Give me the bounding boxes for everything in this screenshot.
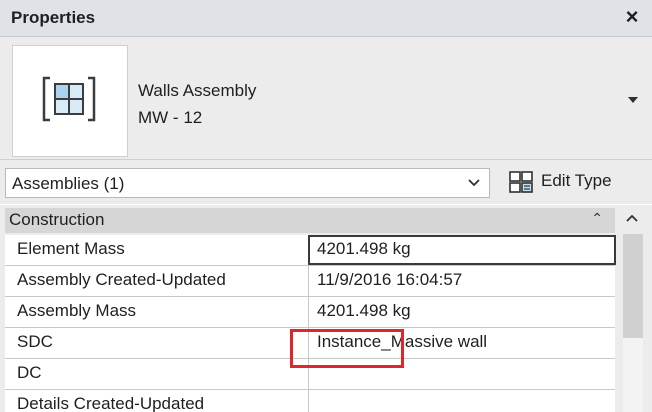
property-name: Assembly Mass bbox=[5, 297, 309, 327]
table-row: Element Mass 4201.498 kg bbox=[5, 235, 616, 266]
type-thumbnail bbox=[12, 45, 128, 157]
element-filter-dropdown[interactable]: Assemblies (1) bbox=[5, 168, 490, 198]
table-row: SDC Instance_Massive wall bbox=[5, 328, 615, 359]
table-row: Details Created-Updated bbox=[5, 390, 615, 412]
group-header-construction[interactable]: Construction ⌃ bbox=[5, 208, 615, 233]
table-row: Assembly Created-Updated 11/9/2016 16:04… bbox=[5, 266, 615, 297]
property-name: Assembly Created-Updated bbox=[5, 266, 309, 296]
group-label: Construction bbox=[9, 210, 105, 229]
caret-down-icon[interactable] bbox=[628, 97, 638, 103]
vertical-scrollbar[interactable] bbox=[620, 208, 646, 412]
title-bar: Properties × bbox=[0, 0, 652, 37]
type-selector[interactable]: Walls Assembly MW - 12 bbox=[0, 37, 652, 160]
type-family-label: Walls Assembly bbox=[138, 81, 257, 100]
table-row: Assembly Mass 4201.498 kg bbox=[5, 297, 615, 328]
properties-panel: Properties × Walls Assembly MW - 12 Asse… bbox=[0, 0, 652, 412]
edit-type-label: Edit Type bbox=[541, 171, 612, 190]
property-value[interactable]: 11/9/2016 16:04:57 bbox=[309, 266, 615, 296]
filter-selected-value: Assemblies (1) bbox=[12, 174, 125, 193]
table-row: DC bbox=[5, 359, 615, 390]
property-value-input[interactable]: 4201.498 kg bbox=[308, 235, 616, 265]
property-value[interactable]: Instance_Massive wall bbox=[309, 328, 615, 358]
filter-row: Assemblies (1) Edit Type bbox=[0, 160, 652, 204]
chevron-down-icon[interactable] bbox=[467, 176, 481, 190]
property-name: Element Mass bbox=[5, 235, 309, 265]
property-value[interactable] bbox=[309, 390, 615, 412]
properties-grid: Construction ⌃ Element Mass 4201.498 kg … bbox=[0, 205, 652, 412]
type-name-label: MW - 12 bbox=[138, 108, 203, 127]
close-button[interactable]: × bbox=[622, 5, 642, 29]
property-name: SDC bbox=[5, 328, 309, 358]
scroll-track[interactable] bbox=[623, 234, 643, 412]
property-value[interactable] bbox=[309, 359, 615, 389]
assembly-icon bbox=[42, 76, 96, 122]
property-name: Details Created-Updated bbox=[5, 390, 309, 412]
collapse-icon[interactable]: ⌃ bbox=[591, 210, 603, 227]
property-value[interactable]: 4201.498 kg bbox=[309, 297, 615, 327]
panel-title: Properties bbox=[11, 8, 96, 27]
scroll-up-icon[interactable] bbox=[625, 212, 639, 224]
property-name: DC bbox=[5, 359, 309, 389]
edit-type-icon bbox=[509, 171, 533, 193]
scroll-thumb[interactable] bbox=[623, 234, 643, 338]
